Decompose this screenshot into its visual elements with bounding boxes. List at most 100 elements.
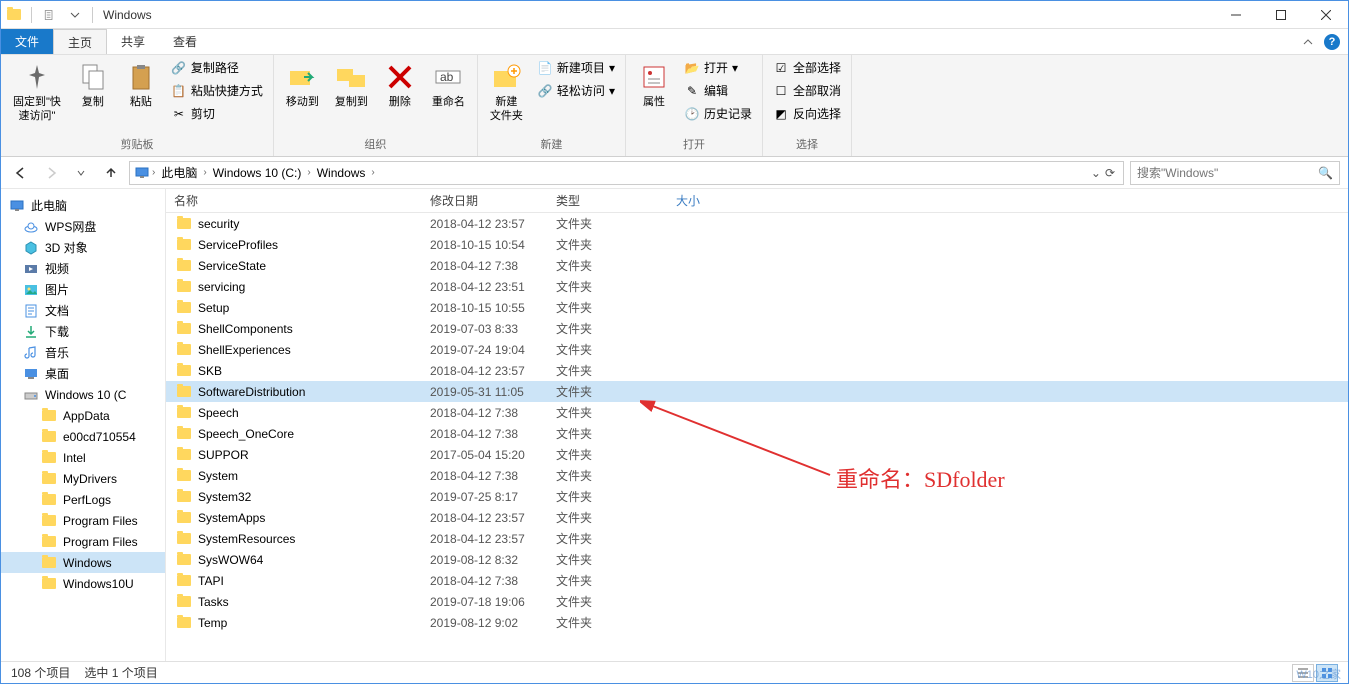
tree-item[interactable]: 图片: [1, 279, 165, 300]
tree-item[interactable]: MyDrivers: [1, 468, 165, 489]
tree-item[interactable]: Program Files: [1, 531, 165, 552]
minimize-button[interactable]: [1213, 1, 1258, 29]
maximize-button[interactable]: [1258, 1, 1303, 29]
file-row[interactable]: SoftwareDistribution2019-05-31 11:05文件夹: [166, 381, 1348, 402]
file-row[interactable]: SysWOW642019-08-12 8:32文件夹: [166, 549, 1348, 570]
file-row[interactable]: SKB2018-04-12 23:57文件夹: [166, 360, 1348, 381]
tree-item[interactable]: 视频: [1, 258, 165, 279]
file-row[interactable]: SystemResources2018-04-12 23:57文件夹: [166, 528, 1348, 549]
breadcrumb-seg[interactable]: Windows: [313, 166, 370, 180]
tree-item[interactable]: 3D 对象: [1, 237, 165, 258]
file-row[interactable]: TAPI2018-04-12 7:38文件夹: [166, 570, 1348, 591]
tree-item[interactable]: 下载: [1, 321, 165, 342]
back-button[interactable]: [9, 161, 33, 185]
selectall-icon: ☑: [773, 60, 789, 76]
open-button[interactable]: 📂打开 ▾: [680, 57, 756, 78]
folder-icon: [176, 342, 192, 358]
file-row[interactable]: SystemApps2018-04-12 23:57文件夹: [166, 507, 1348, 528]
ribbon-collapse-icon[interactable]: [1302, 36, 1314, 48]
group-label-select: 选择: [769, 134, 845, 154]
cut-button[interactable]: ✂剪切: [167, 103, 267, 124]
refresh-icon[interactable]: ⟳: [1105, 166, 1115, 180]
file-row[interactable]: System2018-04-12 7:38文件夹: [166, 465, 1348, 486]
moveto-button[interactable]: 移动到: [280, 57, 325, 113]
file-row[interactable]: servicing2018-04-12 23:51文件夹: [166, 276, 1348, 297]
pasteshortcut-button[interactable]: 📋粘贴快捷方式: [167, 80, 267, 101]
chevron-right-icon[interactable]: ›: [307, 167, 310, 178]
tree-item[interactable]: 桌面: [1, 363, 165, 384]
search-box[interactable]: 🔍: [1130, 161, 1340, 185]
file-name-cell: Tasks: [166, 594, 422, 610]
tab-file[interactable]: 文件: [1, 29, 53, 54]
file-row[interactable]: Speech2018-04-12 7:38文件夹: [166, 402, 1348, 423]
file-row[interactable]: ShellComponents2019-07-03 8:33文件夹: [166, 318, 1348, 339]
file-row[interactable]: Temp2019-08-12 9:02文件夹: [166, 612, 1348, 633]
chevron-right-icon[interactable]: ›: [371, 167, 374, 178]
tree-item[interactable]: 音乐: [1, 342, 165, 363]
file-row[interactable]: ServiceState2018-04-12 7:38文件夹: [166, 255, 1348, 276]
tree-label: 此电脑: [31, 197, 67, 214]
tree-item[interactable]: 此电脑: [1, 195, 165, 216]
selectall-button[interactable]: ☑全部选择: [769, 57, 845, 78]
newfolder-button[interactable]: 新建 文件夹: [484, 57, 529, 128]
up-button[interactable]: [99, 161, 123, 185]
column-headers: 名称 修改日期 类型 大小: [166, 189, 1348, 213]
file-row[interactable]: ShellExperiences2019-07-24 19:04文件夹: [166, 339, 1348, 360]
file-row[interactable]: Tasks2019-07-18 19:06文件夹: [166, 591, 1348, 612]
doc-icon[interactable]: [40, 6, 58, 24]
tree-item[interactable]: Intel: [1, 447, 165, 468]
help-icon[interactable]: ?: [1324, 34, 1340, 50]
properties-button[interactable]: 属性: [632, 57, 676, 113]
copy-button[interactable]: 复制: [71, 57, 115, 113]
file-row[interactable]: Speech_OneCore2018-04-12 7:38文件夹: [166, 423, 1348, 444]
search-input[interactable]: [1137, 166, 1312, 180]
tab-view[interactable]: 查看: [159, 29, 211, 54]
file-row[interactable]: security2018-04-12 23:57文件夹: [166, 213, 1348, 234]
chevron-right-icon[interactable]: ›: [152, 167, 155, 178]
newitem-button[interactable]: 📄新建项目 ▾: [533, 57, 619, 78]
tree-item[interactable]: Windows10U: [1, 573, 165, 594]
tree-item[interactable]: WPS网盘: [1, 216, 165, 237]
tab-home[interactable]: 主页: [53, 29, 107, 54]
tree-item[interactable]: PerfLogs: [1, 489, 165, 510]
breadcrumb-seg[interactable]: 此电脑: [157, 164, 201, 181]
copyto-button[interactable]: 复制到: [329, 57, 374, 113]
file-row[interactable]: SUPPOR2017-05-04 15:20文件夹: [166, 444, 1348, 465]
easyaccess-button[interactable]: 🔗轻松访问 ▾: [533, 80, 619, 101]
col-name[interactable]: 名称: [166, 192, 422, 209]
pin-button[interactable]: 固定到"快 速访问": [7, 57, 67, 128]
search-icon[interactable]: 🔍: [1318, 166, 1333, 180]
file-list[interactable]: 名称 修改日期 类型 大小 security2018-04-12 23:57文件…: [166, 189, 1348, 661]
history-button[interactable]: 🕑历史记录: [680, 103, 756, 124]
breadcrumb-seg[interactable]: Windows 10 (C:): [209, 166, 306, 180]
tree-item[interactable]: Windows 10 (C: [1, 384, 165, 405]
forward-button[interactable]: [39, 161, 63, 185]
rename-button[interactable]: ab 重命名: [426, 57, 471, 113]
recent-button[interactable]: [69, 161, 93, 185]
chevron-down-icon[interactable]: [66, 6, 84, 24]
invert-button[interactable]: ◩反向选择: [769, 103, 845, 124]
tree-item[interactable]: 文档: [1, 300, 165, 321]
file-row[interactable]: ServiceProfiles2018-10-15 10:54文件夹: [166, 234, 1348, 255]
tree-item[interactable]: AppData: [1, 405, 165, 426]
tree-item[interactable]: e00cd710554: [1, 426, 165, 447]
delete-button[interactable]: 删除: [378, 57, 422, 113]
tab-share[interactable]: 共享: [107, 29, 159, 54]
selectnone-button[interactable]: ☐全部取消: [769, 80, 845, 101]
address-bar[interactable]: › 此电脑 › Windows 10 (C:) › Windows › ⌄ ⟳: [129, 161, 1124, 185]
tree-item[interactable]: Program Files: [1, 510, 165, 531]
chevron-right-icon[interactable]: ›: [203, 167, 206, 178]
col-size[interactable]: 大小: [668, 192, 768, 209]
copypath-button[interactable]: 🔗复制路径: [167, 57, 267, 78]
close-button[interactable]: [1303, 1, 1348, 29]
edit-button[interactable]: ✎编辑: [680, 80, 756, 101]
col-type[interactable]: 类型: [548, 192, 668, 209]
file-row[interactable]: Setup2018-10-15 10:55文件夹: [166, 297, 1348, 318]
dropdown-icon[interactable]: ⌄: [1091, 166, 1101, 180]
separator: [31, 7, 32, 23]
nav-tree[interactable]: 此电脑 WPS网盘3D 对象视频图片文档下载音乐桌面Windows 10 (CAp…: [1, 189, 166, 661]
paste-button[interactable]: 粘贴: [119, 57, 163, 113]
tree-item[interactable]: Windows: [1, 552, 165, 573]
file-row[interactable]: System322019-07-25 8:17文件夹: [166, 486, 1348, 507]
col-date[interactable]: 修改日期: [422, 192, 548, 209]
